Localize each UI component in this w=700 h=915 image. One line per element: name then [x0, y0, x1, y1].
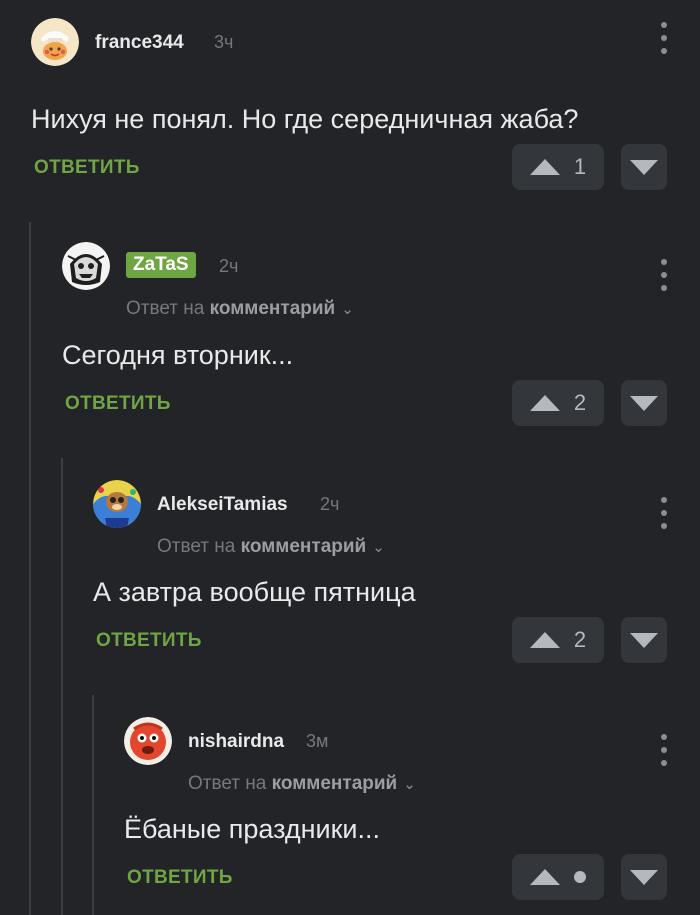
more-options-icon[interactable] [658, 255, 670, 295]
reply-button[interactable]: ОТВЕТИТЬ [96, 630, 202, 652]
reply-button[interactable]: ОТВЕТИТЬ [34, 157, 140, 179]
downvote-button[interactable] [621, 617, 667, 663]
arrow-up-icon [529, 159, 560, 175]
avatar[interactable] [62, 242, 110, 290]
chevron-down-icon[interactable]: ⌄ [372, 538, 385, 556]
arrow-up-icon [529, 395, 560, 411]
arrow-up-icon [530, 869, 560, 885]
timestamp: 2ч [320, 494, 340, 514]
upvote-button[interactable]: 2 [512, 380, 604, 426]
thread-line [29, 222, 31, 915]
arrow-down-icon [630, 395, 658, 411]
avatar[interactable] [93, 480, 141, 528]
downvote-button[interactable] [621, 380, 667, 426]
reply-button[interactable]: ОТВЕТИТЬ [127, 867, 233, 889]
reply-target-link[interactable]: комментарий [241, 536, 367, 557]
arrow-down-icon [630, 869, 658, 885]
comment: nishairdna 3м Ответ на комментарий ⌄ Ёбан… [124, 717, 700, 900]
vote-count: 1 [573, 154, 587, 179]
downvote-button[interactable] [621, 144, 667, 190]
upvote-button[interactable] [512, 854, 604, 900]
arrow-up-icon [529, 632, 560, 648]
vote-count: 2 [573, 390, 587, 415]
chevron-down-icon[interactable]: ⌄ [341, 300, 354, 318]
reply-reference[interactable]: Ответ на комментарий ⌄ [157, 536, 385, 558]
more-options-icon[interactable] [658, 18, 670, 58]
downvote-button[interactable] [621, 854, 667, 900]
vote-count: 2 [573, 627, 587, 652]
comment: ZaTaS 2ч Ответ на комментарий ⌄ Сегодня в… [62, 242, 700, 426]
more-options-icon[interactable] [658, 730, 670, 770]
upvote-button[interactable]: 2 [512, 617, 604, 663]
reply-target-link[interactable]: комментарий [210, 298, 336, 319]
arrow-down-icon [630, 159, 658, 175]
thread-line [61, 458, 63, 915]
thread-line [92, 695, 94, 915]
comment-text: Нихуя не понял. Но где середничная жаба? [31, 104, 579, 134]
arrow-down-icon [630, 632, 658, 648]
comment-text: А завтра вообще пятница [93, 577, 416, 607]
avatar[interactable] [124, 717, 172, 765]
timestamp: 3м [306, 731, 329, 751]
chevron-down-icon[interactable]: ⌄ [403, 775, 416, 793]
comment: france344 3ч Нихуя не понял. Но где сере… [31, 18, 700, 190]
username[interactable]: ZaTaS [126, 252, 196, 278]
more-options-icon[interactable] [658, 493, 670, 533]
comment-text: Сегодня вторник... [62, 340, 294, 370]
reply-button[interactable]: ОТВЕТИТЬ [65, 393, 171, 415]
reply-reference[interactable]: Ответ на комментарий ⌄ [188, 773, 416, 795]
upvote-button[interactable]: 1 [512, 144, 604, 190]
reply-target-link[interactable]: комментарий [272, 773, 398, 794]
comment-text: Ёбаные праздники... [124, 814, 380, 844]
avatar[interactable] [31, 18, 79, 66]
username[interactable]: AlekseiTamias [157, 494, 288, 516]
timestamp: 3ч [214, 32, 234, 52]
timestamp: 2ч [219, 256, 239, 276]
reply-reference[interactable]: Ответ на комментарий ⌄ [126, 298, 354, 320]
username[interactable]: france344 [95, 32, 184, 54]
comment: AlekseiTamias 2ч Ответ на комментарий ⌄ А… [93, 480, 700, 663]
vote-hidden-indicator [574, 871, 586, 883]
username[interactable]: nishairdna [188, 731, 284, 753]
